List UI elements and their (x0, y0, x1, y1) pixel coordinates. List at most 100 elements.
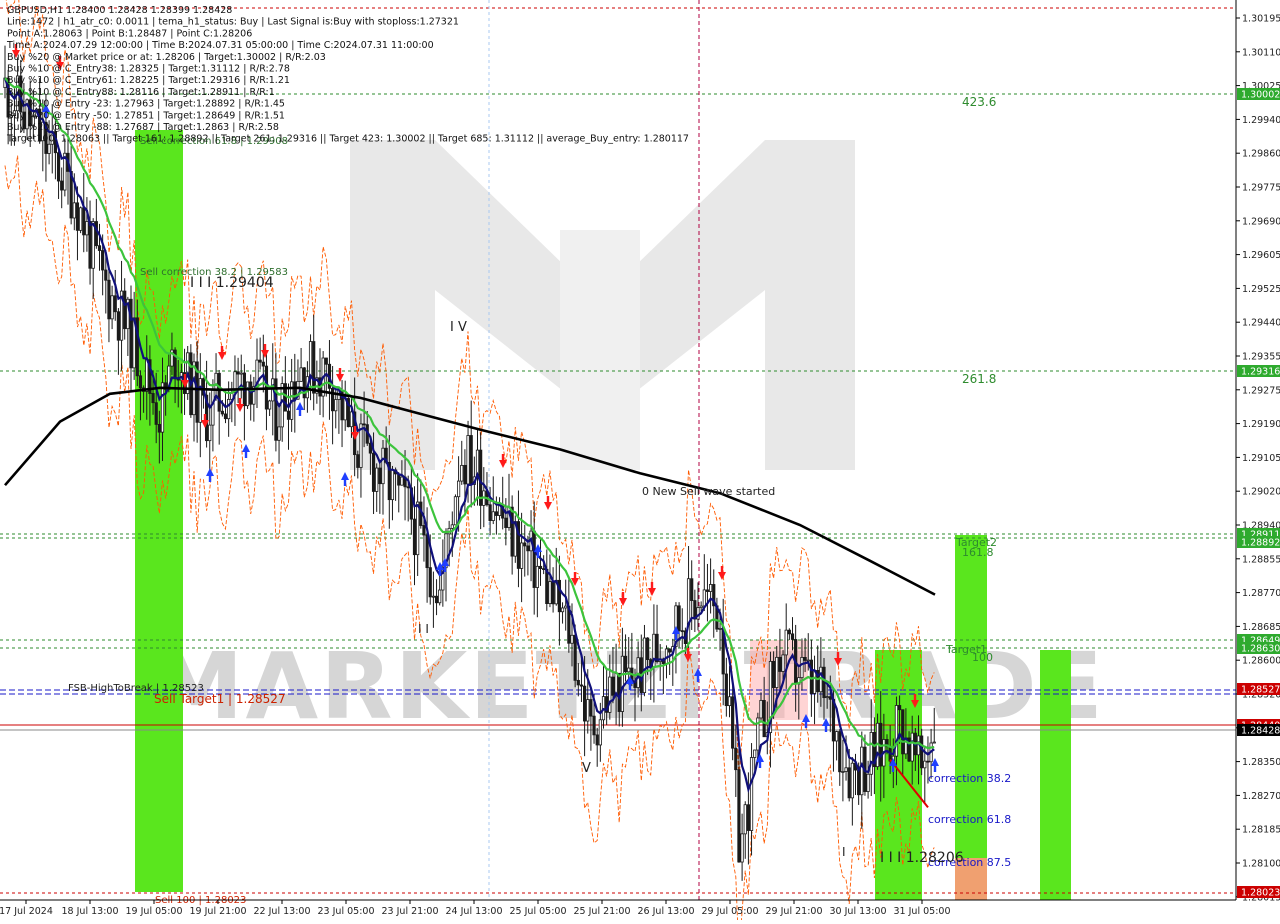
candle (406, 486, 410, 489)
candle (787, 629, 791, 635)
info-line: Point A:1.28063 | Point B:1.28487 | Poin… (7, 28, 252, 39)
price-tag-label: 1.28527 (1241, 685, 1280, 696)
candle (734, 747, 738, 771)
candle (85, 221, 89, 236)
x-tick-label: 19 Jul 21:00 (190, 906, 247, 917)
candle (860, 746, 864, 796)
candle (800, 656, 804, 679)
info-line: GBPUSD,H1 1.28400 1.28428 1.28399 1.2842… (7, 5, 232, 16)
x-tick-label: 31 Jul 05:00 (894, 906, 951, 917)
annotation-label: I (842, 845, 846, 859)
candle (923, 760, 927, 769)
candle (743, 804, 747, 835)
watermark-logo-part (560, 230, 640, 470)
candle (812, 670, 817, 694)
candle (727, 696, 732, 707)
candle (97, 245, 102, 251)
candle (428, 567, 432, 598)
candle (592, 715, 596, 736)
candle (932, 741, 936, 744)
candle (737, 769, 741, 863)
annotation-label: 100 (972, 651, 993, 664)
candle (431, 595, 436, 598)
y-tick-label: 1.29275 (1242, 385, 1280, 396)
candle (611, 676, 615, 696)
candle (642, 637, 647, 694)
candle (772, 660, 776, 688)
annotation-label: I I I 1.28206 (880, 850, 964, 866)
candle (110, 295, 114, 320)
candle (866, 773, 870, 792)
candle (75, 202, 80, 231)
candle (762, 699, 766, 738)
candle (686, 578, 691, 644)
y-tick-label: 1.29525 (1242, 284, 1280, 295)
x-tick-label: 25 Jul 05:00 (510, 906, 567, 917)
candle (330, 387, 335, 412)
annotation-label: I I (418, 622, 429, 636)
x-tick-label: 23 Jul 05:00 (318, 906, 375, 917)
candle (217, 372, 221, 412)
candle (245, 381, 250, 407)
x-tick-label: 18 Jul 13:00 (62, 906, 119, 917)
candle (551, 581, 555, 605)
candle (702, 589, 706, 607)
candle (759, 699, 763, 719)
x-tick-label: 26 Jul 13:00 (638, 906, 695, 917)
price-tag-label: 1.28630 (1241, 644, 1280, 655)
candle (510, 506, 514, 557)
candle (583, 685, 587, 722)
candle (573, 634, 577, 681)
candle (538, 565, 543, 570)
candle (545, 568, 549, 604)
candle (488, 504, 492, 521)
candle (286, 410, 291, 420)
candle (608, 676, 612, 713)
candle (920, 735, 924, 769)
candle (740, 833, 744, 863)
candle (312, 341, 316, 394)
y-tick-label: 1.29355 (1242, 352, 1280, 363)
candle (299, 367, 303, 382)
info-line: Time A:2024.07.29 12:00:00 | Time B:2024… (6, 40, 434, 51)
candle (381, 447, 385, 485)
candle (564, 605, 568, 609)
annotation-label: 261.8 (962, 372, 996, 386)
price-chart[interactable]: MARKETZI TRADE 423.6261.8Target2161.8Tar… (0, 0, 1280, 924)
candle (101, 250, 105, 271)
candle (208, 424, 212, 442)
annotation-label: 0 New Sell wave started (642, 485, 775, 498)
annotation-label: I V (450, 320, 467, 335)
candle (589, 699, 593, 717)
candle (753, 749, 757, 758)
y-tick-label: 1.28685 (1242, 622, 1280, 633)
candle (790, 633, 795, 640)
y-tick-label: 1.29190 (1242, 419, 1280, 430)
candle (850, 762, 854, 799)
candle (460, 464, 464, 482)
candle (542, 568, 546, 571)
candle (434, 595, 439, 604)
candle (223, 413, 228, 420)
candle (570, 634, 574, 644)
candle (261, 361, 265, 367)
candle (828, 696, 832, 700)
candle (838, 731, 842, 773)
candle (198, 378, 202, 423)
price-tag-label: 1.28023 (1241, 888, 1280, 899)
x-tick-label: 24 Jul 13:00 (446, 906, 503, 917)
candle (668, 648, 672, 653)
y-tick-label: 1.29690 (1242, 216, 1280, 227)
candle (857, 769, 861, 796)
candle (94, 221, 98, 247)
candle (258, 359, 262, 363)
candle (680, 630, 684, 633)
candle (646, 637, 650, 660)
candle (422, 525, 426, 536)
annotation-label: I I I 1.29404 (190, 275, 274, 291)
candle (362, 423, 366, 426)
candle (781, 654, 785, 672)
y-tick-label: 1.28770 (1242, 588, 1280, 599)
candle (466, 435, 470, 485)
info-line: Buy %20 @ Market price or at: 1.28206 | … (7, 52, 326, 63)
